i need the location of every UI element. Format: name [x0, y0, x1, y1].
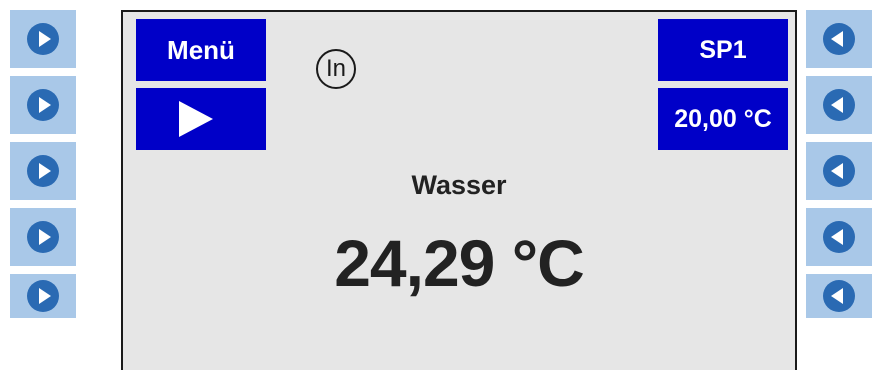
play-icon — [27, 221, 59, 253]
play-icon — [27, 89, 59, 121]
left-softkey-4[interactable] — [10, 208, 76, 266]
left-softkey-column — [10, 10, 76, 318]
back-icon — [823, 280, 855, 312]
back-icon — [823, 155, 855, 187]
right-softkey-2[interactable] — [806, 76, 872, 134]
back-icon — [823, 89, 855, 121]
right-softkey-column — [806, 10, 872, 318]
play-icon — [27, 23, 59, 55]
play-triangle-icon — [179, 101, 213, 137]
right-softkey-5[interactable] — [806, 274, 872, 318]
left-softkey-2[interactable] — [10, 76, 76, 134]
left-softkey-5[interactable] — [10, 274, 76, 318]
temperature-readout: 24,29 °C — [334, 226, 585, 300]
controller-display: Menü In SP1 20,00 °C Wasser 24,29 °C — [121, 10, 797, 370]
left-softkey-3[interactable] — [10, 142, 76, 200]
left-softkey-1[interactable] — [10, 10, 76, 68]
medium-label: Wasser — [411, 170, 507, 200]
right-softkey-1[interactable] — [806, 10, 872, 68]
right-softkey-3[interactable] — [806, 142, 872, 200]
input-indicator-icon: In — [316, 49, 356, 89]
setpoint-value[interactable]: 20,00 °C — [658, 88, 788, 150]
play-icon — [27, 280, 59, 312]
menu-button[interactable]: Menü — [136, 19, 266, 81]
start-button[interactable] — [136, 88, 266, 150]
right-softkey-4[interactable] — [806, 208, 872, 266]
play-icon — [27, 155, 59, 187]
back-icon — [823, 221, 855, 253]
setpoint-button[interactable]: SP1 — [658, 19, 788, 81]
back-icon — [823, 23, 855, 55]
